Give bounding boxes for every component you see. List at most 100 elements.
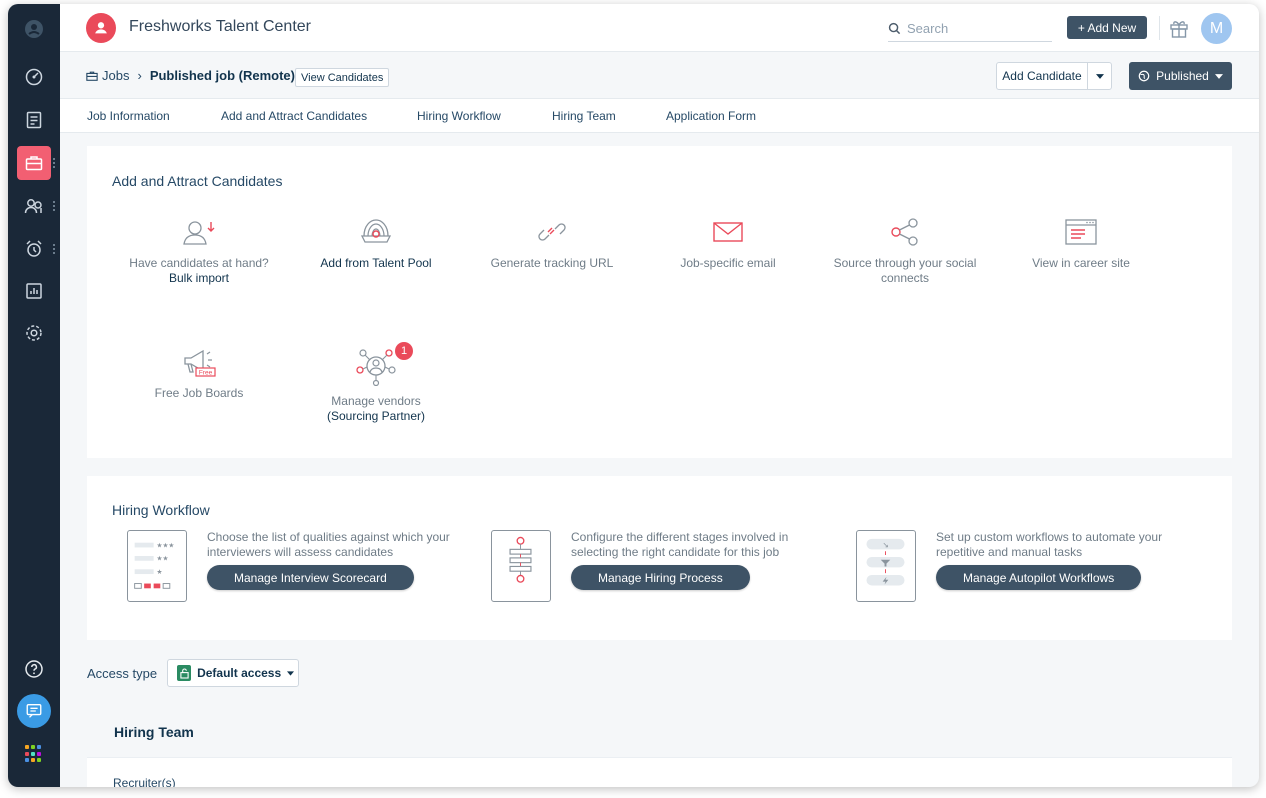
bulk-import-option[interactable]: Have candidates at hand? Bulk import <box>114 216 284 286</box>
tracking-url-label: Generate tracking URL <box>490 256 614 270</box>
add-candidate-dropdown[interactable] <box>1088 63 1111 89</box>
breadcrumb-current: Published job (Remote) <box>149 68 295 83</box>
scorecard-thumbnail: ★★★ ★★ ★ <box>127 530 187 602</box>
hiring-workflow-card: Hiring Workflow ★★★ ★★ ★ Choose the list o… <box>87 476 1232 640</box>
browser-window-icon <box>1065 219 1097 245</box>
vendor-count-badge: 1 <box>395 342 413 360</box>
caret-down-icon <box>287 670 295 676</box>
breadcrumb-jobs-link[interactable]: Jobs <box>102 68 129 83</box>
manage-vendors-line2: (Sourcing Partner) <box>326 409 426 423</box>
manage-autopilot-workflows-button[interactable]: Manage Autopilot Workflows <box>936 565 1142 590</box>
dashboard-icon[interactable] <box>17 60 51 94</box>
tab-hiring-team[interactable]: Hiring Team <box>552 109 616 123</box>
reports-icon[interactable] <box>17 274 51 308</box>
job-email-option[interactable]: Job-specific email <box>643 216 813 271</box>
scorecard-icon: ★★★★★★ <box>134 541 175 589</box>
tracking-url-option[interactable]: Generate tracking URL <box>467 216 637 271</box>
help-icon[interactable] <box>17 652 51 686</box>
apps-grid-icon[interactable] <box>25 745 43 763</box>
app-window: Freshworks Talent Center Search + Add Ne… <box>8 4 1259 787</box>
manage-vendors-option[interactable]: 1 Manage vendors (Sourcing Partner) <box>291 342 461 424</box>
notes-icon[interactable] <box>17 103 51 137</box>
hiring-process-thumbnail <box>491 530 551 602</box>
free-job-boards-label: Free Job Boards <box>154 386 244 400</box>
add-candidate-button[interactable]: Add Candidate <box>997 63 1088 89</box>
job-email-label: Job-specific email <box>680 256 776 270</box>
hiring-team-title: Hiring Team <box>114 724 194 740</box>
sidebar-more-candidates[interactable] <box>52 200 56 212</box>
link-icon <box>538 223 566 241</box>
talent-pool-shell-icon <box>360 219 392 243</box>
autopilot-thumbnail: ↘︎ <box>856 530 916 602</box>
bulk-import-icon <box>183 221 215 245</box>
candidates-icon[interactable] <box>17 189 51 223</box>
vendor-network-icon <box>356 349 396 386</box>
alarm-icon[interactable] <box>17 232 51 266</box>
gift-icon[interactable] <box>1168 17 1190 39</box>
divider <box>1159 16 1160 40</box>
social-connects-option[interactable]: Source through your social connects <box>820 216 990 286</box>
view-candidates-button[interactable]: View Candidates <box>295 68 390 87</box>
svg-text:★: ★ <box>157 568 163 576</box>
attract-candidates-card: Add and Attract Candidates Have candidat… <box>87 146 1232 458</box>
lock-icon <box>177 665 192 681</box>
hiring-process-icon <box>509 536 532 583</box>
settings-icon[interactable] <box>17 316 51 350</box>
free-job-boards-option[interactable]: Free Free Job Boards <box>114 346 284 401</box>
access-type-row: Access type Default access <box>87 658 300 688</box>
sidebar-more-jobs[interactable] <box>52 157 56 169</box>
breadcrumb: Jobs › Published job (Remote) <box>86 68 295 83</box>
add-new-button[interactable]: + Add New <box>1067 16 1147 39</box>
workflow-section-title: Hiring Workflow <box>112 502 210 518</box>
caret-down-icon <box>1095 73 1104 79</box>
social-connects-line2: connects <box>880 271 930 285</box>
scorecard-description: Choose the list of qualities against whi… <box>207 530 450 559</box>
manage-vendors-line1: Manage vendors <box>331 394 421 408</box>
chevron-right-icon: › <box>137 68 142 83</box>
published-label: Published <box>1156 69 1209 83</box>
search-placeholder: Search <box>907 21 949 36</box>
talent-pool-option[interactable]: Add from Talent Pool <box>291 216 461 271</box>
job-header: Jobs › Published job (Remote) View Candi… <box>60 52 1259 99</box>
tab-hiring-workflow[interactable]: Hiring Workflow <box>417 109 501 123</box>
tab-add-and-attract-candidates[interactable]: Add and Attract Candidates <box>221 109 367 123</box>
sidebar-more-reminders[interactable] <box>52 243 56 255</box>
hiring-team-card: Hiring Team Recruiter(s) <box>87 704 1232 787</box>
tab-application-form[interactable]: Application Form <box>666 109 756 123</box>
manage-interview-scorecard-button[interactable]: Manage Interview Scorecard <box>207 565 414 590</box>
share-icon <box>891 218 918 246</box>
attract-section-title: Add and Attract Candidates <box>112 173 283 189</box>
svg-text:↘︎: ↘︎ <box>882 540 888 549</box>
hiring-process-description: Configure the different stages involved … <box>571 530 789 559</box>
access-type-select[interactable]: Default access <box>167 659 300 687</box>
manage-hiring-process-button[interactable]: Manage Hiring Process <box>571 565 750 590</box>
access-type-label: Access type <box>87 665 158 681</box>
briefcase-icon[interactable] <box>17 146 51 180</box>
tab-job-information[interactable]: Job Information <box>87 109 170 123</box>
freshteam-logo-icon <box>86 13 116 43</box>
freshworks-home-icon[interactable] <box>17 12 51 46</box>
envelope-icon <box>713 222 743 242</box>
briefcase-icon <box>86 71 98 81</box>
globe-icon <box>1138 70 1150 82</box>
megaphone-icon: Free <box>184 349 216 377</box>
autopilot-description: Set up custom workflows to automate your… <box>936 530 1163 559</box>
access-type-value: Default access <box>197 666 282 680</box>
bulk-import-line2: Bulk import <box>168 271 230 285</box>
add-candidate-split-button: Add Candidate <box>996 62 1112 90</box>
svg-text:★★★: ★★★ <box>157 541 175 549</box>
top-bar: Freshworks Talent Center Search + Add Ne… <box>60 4 1259 52</box>
caret-down-icon <box>1214 73 1223 79</box>
search-input[interactable]: Search <box>888 16 1052 42</box>
hiring-team-header: Hiring Team <box>87 704 1232 758</box>
career-site-option[interactable]: View in career site <box>996 216 1166 271</box>
user-avatar[interactable]: M <box>1201 13 1232 44</box>
published-status-button[interactable]: Published <box>1129 62 1232 90</box>
sidebar <box>8 4 60 787</box>
chat-icon[interactable] <box>17 694 51 728</box>
free-tag: Free <box>199 370 213 377</box>
svg-text:★★: ★★ <box>157 555 169 563</box>
talent-pool-label: Add from Talent Pool <box>320 256 432 270</box>
search-icon <box>888 22 901 35</box>
autopilot-icon: ↘︎ <box>866 538 905 586</box>
